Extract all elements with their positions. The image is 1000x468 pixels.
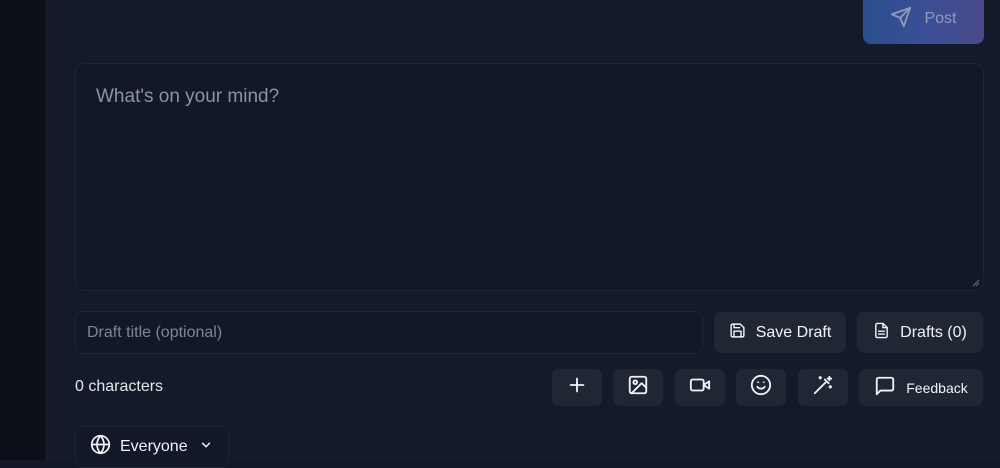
- smile-icon: [750, 374, 772, 401]
- add-video-button[interactable]: [675, 369, 725, 406]
- image-icon: [627, 374, 649, 401]
- character-count: 0 characters: [75, 378, 164, 395]
- drafts-button[interactable]: Drafts (0): [857, 312, 983, 353]
- plus-icon: [566, 374, 588, 401]
- left-sidebar: [0, 0, 47, 460]
- resize-handle[interactable]: [972, 279, 980, 287]
- save-draft-label: Save Draft: [755, 323, 832, 341]
- feedback-button[interactable]: Feedback: [859, 369, 983, 406]
- globe-icon: [90, 434, 111, 460]
- draft-title-field: [75, 311, 703, 354]
- draft-title-input[interactable]: [76, 312, 702, 353]
- message-square-icon: [874, 375, 896, 400]
- audience-selector[interactable]: Everyone: [75, 426, 229, 468]
- post-button-label: Post: [924, 10, 957, 27]
- ai-assist-button[interactable]: [798, 369, 848, 406]
- video-icon: [689, 374, 711, 401]
- add-button[interactable]: [552, 369, 602, 406]
- audience-label: Everyone: [120, 438, 188, 455]
- send-icon: [890, 6, 912, 33]
- save-draft-button[interactable]: Save Draft: [714, 312, 846, 353]
- feedback-label: Feedback: [906, 379, 968, 396]
- post-composer: [75, 63, 984, 291]
- post-button[interactable]: Post: [863, 0, 984, 44]
- post-text-input[interactable]: [76, 64, 983, 290]
- emoji-button[interactable]: [736, 369, 786, 406]
- add-image-button[interactable]: [613, 369, 663, 406]
- magic-wand-icon: [812, 374, 834, 401]
- document-icon: [873, 322, 890, 344]
- drafts-label: Drafts (0): [900, 323, 967, 341]
- chevron-down-icon: [197, 438, 213, 457]
- save-icon: [729, 322, 746, 344]
